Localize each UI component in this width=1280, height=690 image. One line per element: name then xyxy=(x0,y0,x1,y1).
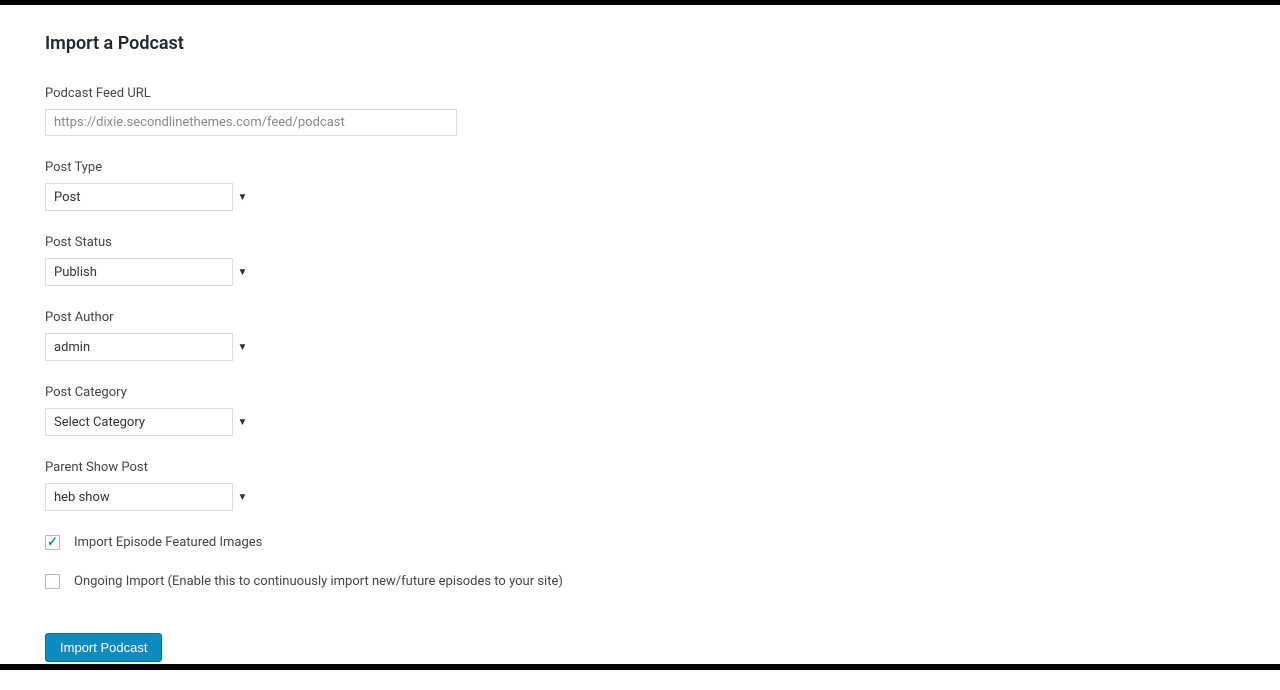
feed-url-label: Podcast Feed URL xyxy=(45,86,1235,101)
parent-show-label: Parent Show Post xyxy=(45,460,1235,475)
post-type-label: Post Type xyxy=(45,160,1235,175)
page-title: Import a Podcast xyxy=(45,33,1235,54)
post-category-select[interactable]: Select Category xyxy=(45,408,252,436)
field-post-status: Post Status Publish ▼ xyxy=(45,235,1235,286)
post-type-select[interactable]: Post xyxy=(45,183,252,211)
featured-images-checkbox[interactable] xyxy=(45,535,60,550)
ongoing-import-checkbox[interactable] xyxy=(45,574,60,589)
ongoing-import-label[interactable]: Ongoing Import (Enable this to continuou… xyxy=(74,574,563,589)
parent-show-select[interactable]: heb show xyxy=(45,483,252,511)
field-post-type: Post Type Post ▼ xyxy=(45,160,1235,211)
post-author-label: Post Author xyxy=(45,310,1235,325)
field-parent-show: Parent Show Post heb show ▼ xyxy=(45,460,1235,511)
field-post-author: Post Author admin ▼ xyxy=(45,310,1235,361)
field-post-category: Post Category Select Category ▼ xyxy=(45,385,1235,436)
post-author-select[interactable]: admin xyxy=(45,333,252,361)
post-category-label: Post Category xyxy=(45,385,1235,400)
feed-url-input[interactable] xyxy=(45,109,457,136)
featured-images-label[interactable]: Import Episode Featured Images xyxy=(74,535,262,550)
import-podcast-form: Import a Podcast Podcast Feed URL Post T… xyxy=(0,5,1280,690)
bottom-bar xyxy=(0,664,1280,670)
post-status-label: Post Status xyxy=(45,235,1235,250)
checkbox-featured-images-group: Import Episode Featured Images xyxy=(45,535,1235,550)
checkbox-ongoing-import-group: Ongoing Import (Enable this to continuou… xyxy=(45,574,1235,589)
field-feed-url: Podcast Feed URL xyxy=(45,86,1235,136)
post-status-select[interactable]: Publish xyxy=(45,258,252,286)
import-podcast-button[interactable]: Import Podcast xyxy=(45,633,162,662)
